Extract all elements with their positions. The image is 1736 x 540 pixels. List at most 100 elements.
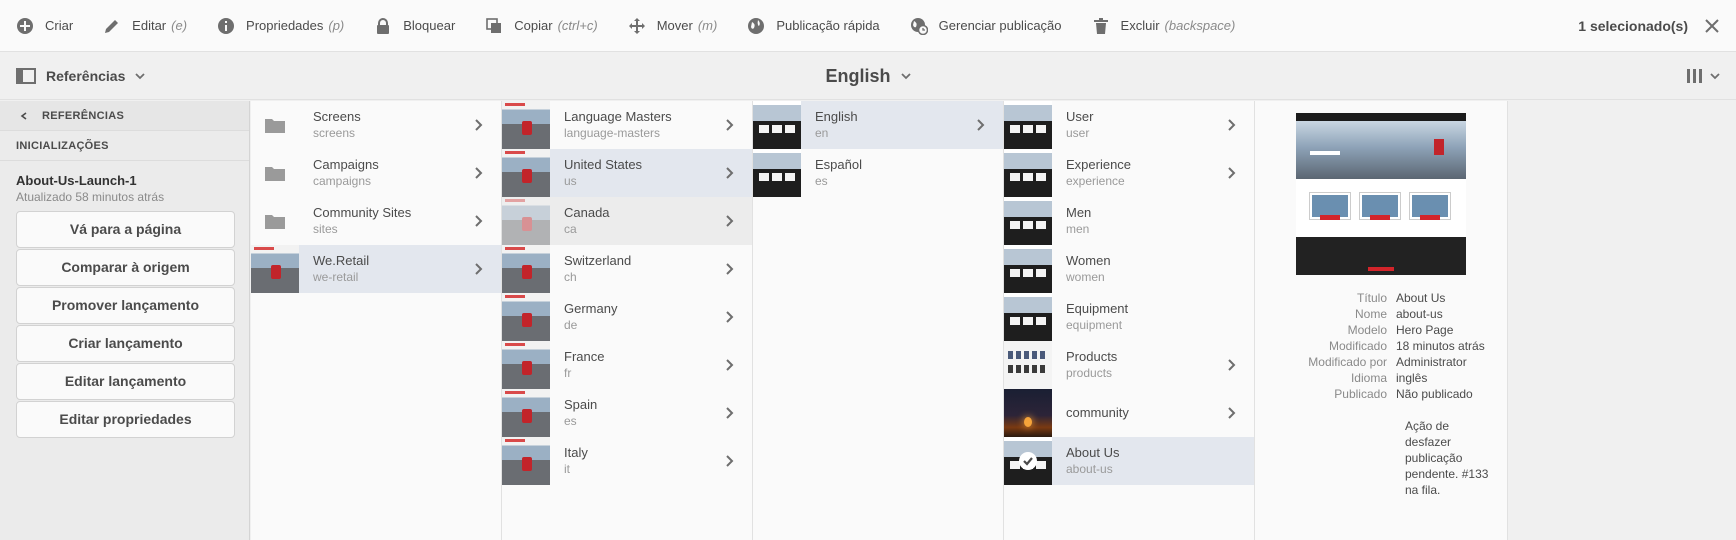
column-item[interactable]: Screens screens — [251, 101, 501, 149]
page-thumbnail[interactable] — [753, 101, 801, 149]
column-item[interactable]: Español es — [753, 149, 1003, 197]
page-thumbnail[interactable] — [502, 293, 550, 341]
chevron-right-icon[interactable] — [722, 406, 736, 420]
column-item[interactable]: Experience experience — [1004, 149, 1254, 197]
metadata-value: Administrator — [1396, 355, 1467, 369]
chevron-right-icon[interactable] — [1224, 166, 1238, 180]
metadata-row: Modificado 18 minutos atrás — [1255, 338, 1508, 354]
page-thumbnail[interactable] — [502, 245, 550, 293]
item-title: Español — [815, 157, 862, 172]
chevron-right-icon[interactable] — [1224, 406, 1238, 420]
globe-icon — [745, 15, 767, 37]
go-to-page-button[interactable]: Vá para a página — [16, 211, 235, 248]
page-thumbnail[interactable] — [753, 149, 801, 197]
copy-icon — [483, 15, 505, 37]
manage-publication-button[interactable]: Gerenciar publicação — [894, 0, 1076, 52]
page-thumbnail[interactable] — [251, 245, 299, 293]
chevron-right-icon[interactable] — [471, 118, 485, 132]
page-title-text[interactable]: English — [825, 66, 890, 87]
action-label: Criar — [45, 18, 74, 33]
chevron-right-icon[interactable] — [722, 262, 736, 276]
chevron-right-icon[interactable] — [722, 310, 736, 324]
promote-launch-button[interactable]: Promover lançamento — [16, 287, 235, 324]
keyboard-shortcut: (m) — [697, 18, 718, 33]
globe-clock-icon — [908, 15, 930, 37]
page-thumbnail[interactable] — [502, 101, 550, 149]
chevron-down-icon — [900, 73, 911, 80]
properties-button[interactable]: Propriedades (p) — [201, 0, 358, 52]
page-thumbnail[interactable] — [502, 197, 550, 245]
column-sites: Screens screens Campaigns campaigns Communit… — [251, 101, 502, 540]
metadata-row: Modelo Hero Page — [1255, 322, 1508, 338]
close-selection-button[interactable] — [1702, 16, 1722, 36]
page-thumbnail[interactable] — [1004, 293, 1052, 341]
item-title: About Us — [1066, 445, 1120, 460]
page-thumbnail[interactable] — [502, 437, 550, 485]
chevron-right-icon[interactable] — [471, 262, 485, 276]
keyboard-shortcut: (e) — [171, 18, 188, 33]
rail-back-button[interactable]: REFERÊNCIAS — [0, 101, 249, 131]
page-thumbnail[interactable] — [1004, 149, 1052, 197]
column-item[interactable]: Spain es — [502, 389, 752, 437]
page-thumbnail[interactable] — [1004, 341, 1052, 389]
column-item[interactable]: Men men — [1004, 197, 1254, 245]
column-item[interactable]: Campaigns campaigns — [251, 149, 501, 197]
column-item[interactable]: Community Sites sites — [251, 197, 501, 245]
column-item[interactable]: User user — [1004, 101, 1254, 149]
edit-button[interactable]: Editar (e) — [87, 0, 201, 52]
column-we-retail: Language Masters language-masters United S… — [502, 101, 753, 540]
view-switcher-button[interactable] — [1687, 52, 1720, 100]
edit-properties-button[interactable]: Editar propriedades — [16, 401, 235, 438]
metadata-key: Modificado — [1328, 339, 1387, 353]
column-view-icon — [1687, 69, 1702, 83]
folder-icon[interactable] — [251, 149, 299, 197]
lock-icon — [372, 15, 394, 37]
chevron-right-icon[interactable] — [722, 166, 736, 180]
page-thumbnail[interactable] — [1004, 437, 1052, 485]
item-name: women — [1066, 270, 1105, 284]
column-item[interactable]: France fr — [502, 341, 752, 389]
rail-back-label: REFERÊNCIAS — [42, 109, 125, 122]
chevron-right-icon[interactable] — [471, 166, 485, 180]
lock-button[interactable]: Bloquear — [358, 0, 469, 52]
rail-toggle-button[interactable]: Referências — [16, 52, 146, 100]
chevron-right-icon[interactable] — [471, 214, 485, 228]
create-button[interactable]: Criar — [0, 0, 87, 52]
page-thumbnail[interactable] — [1004, 389, 1052, 437]
chevron-right-icon[interactable] — [973, 118, 987, 132]
chevron-right-icon[interactable] — [722, 454, 736, 468]
column-item[interactable]: Germany de — [502, 293, 752, 341]
page-thumbnail[interactable] — [502, 341, 550, 389]
page-thumbnail[interactable] — [502, 149, 550, 197]
copy-button[interactable]: Copiar (ctrl+c) — [469, 0, 611, 52]
edit-launch-button[interactable]: Editar lançamento — [16, 363, 235, 400]
delete-button[interactable]: Excluir (backspace) — [1076, 0, 1250, 52]
column-item[interactable]: Switzerland ch — [502, 245, 752, 293]
quick-publish-button[interactable]: Publicação rápida — [731, 0, 893, 52]
page-thumbnail[interactable] — [1004, 197, 1052, 245]
column-item[interactable]: Women women — [1004, 245, 1254, 293]
column-item[interactable]: Products products — [1004, 341, 1254, 389]
move-button[interactable]: Mover (m) — [612, 0, 732, 52]
folder-icon[interactable] — [251, 197, 299, 245]
folder-icon[interactable] — [251, 101, 299, 149]
create-launch-button[interactable]: Criar lançamento — [16, 325, 235, 362]
column-item[interactable]: Language Masters language-masters — [502, 101, 752, 149]
column-item[interactable]: community — [1004, 389, 1254, 437]
column-item[interactable]: About Us about-us — [1004, 437, 1254, 485]
chevron-right-icon[interactable] — [1224, 118, 1238, 132]
page-thumbnail[interactable] — [1004, 245, 1052, 293]
page-thumbnail[interactable] — [1004, 101, 1052, 149]
chevron-right-icon[interactable] — [722, 358, 736, 372]
column-item[interactable]: Canada ca — [502, 197, 752, 245]
chevron-right-icon[interactable] — [722, 214, 736, 228]
page-thumbnail[interactable] — [502, 389, 550, 437]
column-item[interactable]: Equipment equipment — [1004, 293, 1254, 341]
column-item[interactable]: Italy it — [502, 437, 752, 485]
column-item[interactable]: English en — [753, 101, 1003, 149]
chevron-right-icon[interactable] — [722, 118, 736, 132]
chevron-right-icon[interactable] — [1224, 358, 1238, 372]
column-item[interactable]: We.Retail we-retail — [251, 245, 501, 293]
compare-to-source-button[interactable]: Comparar à origem — [16, 249, 235, 286]
column-item[interactable]: United States us — [502, 149, 752, 197]
